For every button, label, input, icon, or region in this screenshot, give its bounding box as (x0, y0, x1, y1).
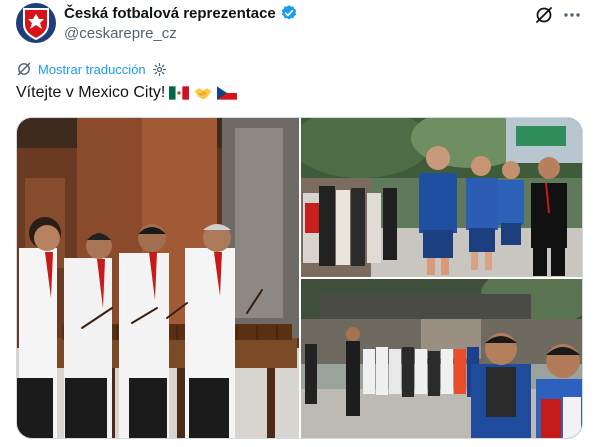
account-handle[interactable]: @ceskarepre_cz (64, 25, 177, 42)
gear-icon[interactable] (152, 62, 167, 77)
account-avatar[interactable] (16, 3, 56, 43)
team-arrival-image (301, 118, 582, 277)
tweet-text-row: Vítejte v Mexico City! (16, 84, 238, 102)
verified-badge-icon (281, 5, 296, 20)
more-dots-glyph-icon (564, 13, 580, 17)
tweet-text: Vítejte v Mexico City! (16, 84, 166, 101)
more-dots-icon[interactable] (561, 4, 583, 26)
marimba-players-image (17, 118, 299, 438)
czech-flag-icon (217, 86, 238, 100)
translate-icon (17, 62, 31, 76)
handshake-icon (195, 88, 212, 100)
account-name-row: Česká fotbalová reprezentace (64, 4, 298, 22)
show-translation-row[interactable]: Mostrar traducción (16, 61, 167, 77)
fans-welcome-image (301, 279, 582, 438)
account-display-name[interactable]: Česká fotbalová reprezentace (64, 5, 276, 22)
team-arrival-photo[interactable] (301, 118, 582, 277)
media-grid (16, 117, 583, 439)
grok-glyph-icon (536, 7, 552, 23)
mexico-flag-icon (169, 86, 190, 100)
grok-icon[interactable] (533, 4, 555, 26)
crest-icon (23, 8, 49, 40)
marimba-players-photo[interactable] (17, 118, 299, 438)
fans-welcome-photo[interactable] (301, 279, 582, 438)
show-translation-link[interactable]: Mostrar traducción (38, 62, 146, 77)
